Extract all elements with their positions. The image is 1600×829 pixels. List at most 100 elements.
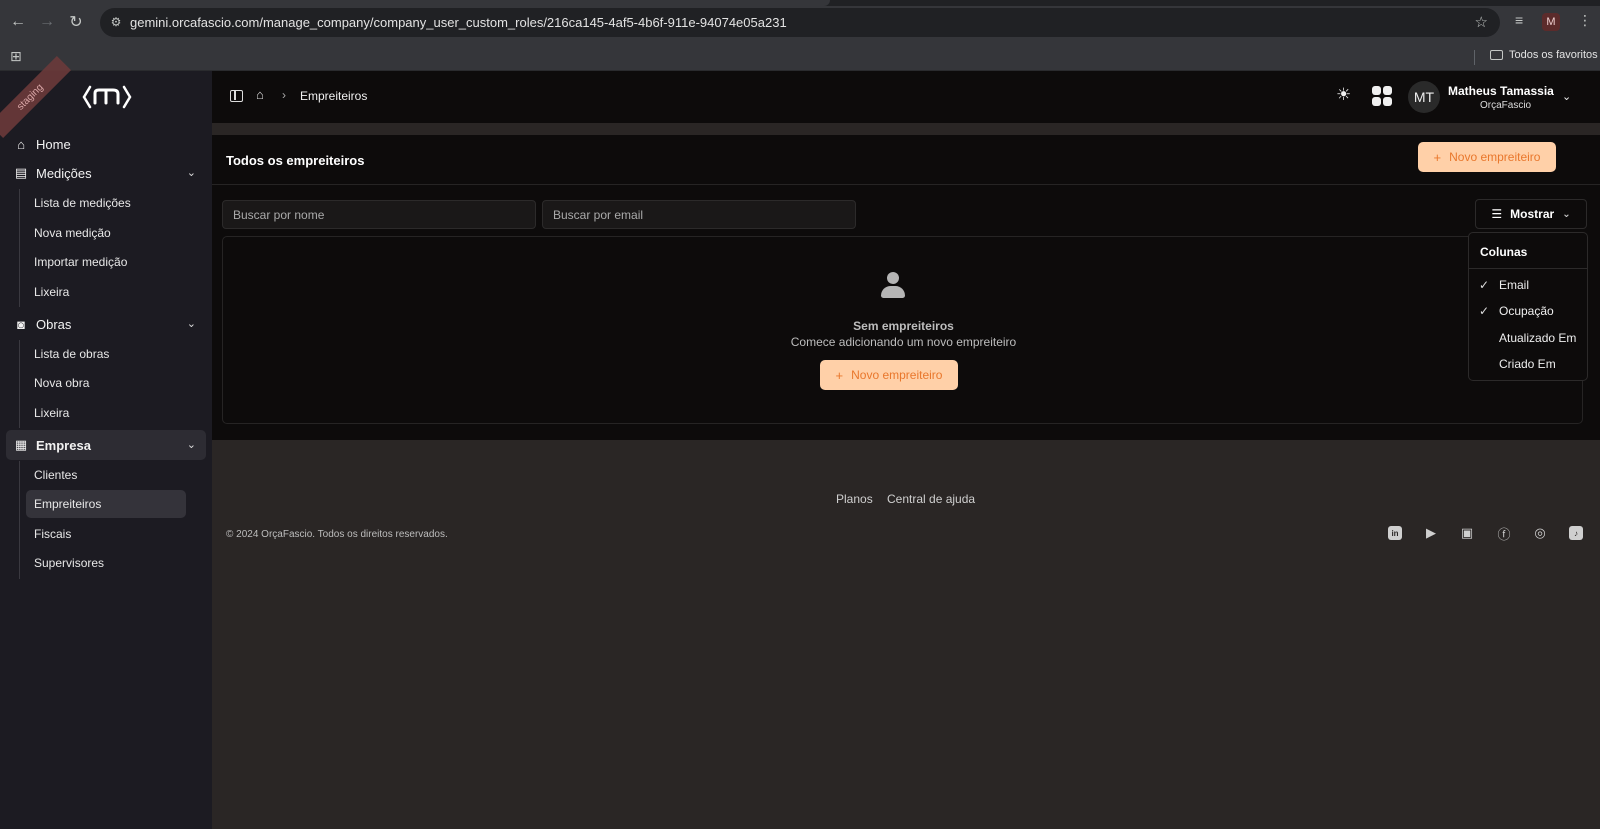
chevron-down-icon: ⌄ bbox=[1562, 208, 1571, 220]
reload-icon[interactable]: ↻ bbox=[64, 10, 88, 34]
sidebar-subitem-lixeira-obras[interactable]: Lixeira bbox=[26, 399, 186, 427]
user-name[interactable]: Matheus Tamassia bbox=[1448, 84, 1554, 98]
search-name-input[interactable]: Buscar por nome bbox=[222, 200, 536, 229]
reading-list-icon[interactable]: ≡ bbox=[1515, 12, 1523, 28]
sidebar-item-label: Empresa bbox=[36, 437, 91, 453]
sidebar-subitem-supervisores[interactable]: Supervisores bbox=[26, 549, 186, 577]
sidebar-item-label: Home bbox=[36, 136, 71, 152]
sidebar-item-label: Obras bbox=[36, 316, 72, 332]
address-bar[interactable]: ⚙ gemini.orcafascio.com/manage_company/c… bbox=[100, 8, 1500, 37]
dropdown-title: Colunas bbox=[1480, 245, 1528, 259]
active-tab[interactable] bbox=[0, 0, 830, 6]
sidebar-item-obras[interactable]: ◙ Obras ⌄ bbox=[6, 309, 206, 339]
search-email-input[interactable]: Buscar por email bbox=[542, 200, 856, 229]
column-option-atualizado-em[interactable]: Atualizado Em bbox=[1469, 326, 1587, 350]
empty-state: Sem empreiteiros Comece adicionando um n… bbox=[222, 236, 1583, 424]
sidebar-item-empresa[interactable]: ▦ Empresa ⌄ bbox=[6, 430, 206, 460]
dropdown-separator bbox=[1469, 268, 1587, 269]
column-option-criado-em[interactable]: Criado Em bbox=[1469, 352, 1587, 376]
empty-state-title: Sem empreiteiros bbox=[853, 319, 954, 333]
breadcrumb-current: Empreiteiros bbox=[300, 89, 368, 103]
chevron-down-icon: ⌄ bbox=[186, 167, 196, 179]
breadcrumb-home-icon[interactable]: ⌂ bbox=[256, 87, 264, 102]
column-option-label: Email bbox=[1499, 278, 1530, 292]
site-settings-icon[interactable]: ⚙ bbox=[108, 14, 124, 30]
plus-icon: + bbox=[1433, 149, 1442, 165]
home-icon: ⌂ bbox=[17, 136, 25, 152]
building-icon: ▦ bbox=[14, 437, 28, 452]
header-divider bbox=[212, 123, 1600, 135]
button-label: Novo empreiteiro bbox=[1449, 150, 1541, 164]
plus-icon: + bbox=[835, 367, 844, 383]
user-company: OrçaFascio bbox=[1480, 100, 1532, 111]
tiktok-icon[interactable]: ♪ bbox=[1569, 526, 1583, 540]
user-avatar[interactable]: MT bbox=[1408, 81, 1440, 113]
footer-link-planos[interactable]: Planos bbox=[836, 492, 873, 506]
sidebar-subitem-clientes[interactable]: Clientes bbox=[26, 461, 186, 489]
play-store-icon[interactable]: ▶ bbox=[1424, 525, 1438, 540]
check-icon: ✓ bbox=[1478, 304, 1490, 318]
toggle-sidebar-icon[interactable] bbox=[230, 90, 243, 102]
column-option-label: Ocupação bbox=[1499, 304, 1554, 318]
menu-kebab-icon[interactable]: ⋮ bbox=[1578, 12, 1592, 29]
sidebar-item-home[interactable]: ⌂ Home bbox=[6, 129, 206, 159]
submenu-line bbox=[19, 189, 20, 307]
apps-grid-icon[interactable] bbox=[1372, 86, 1392, 106]
show-columns-button[interactable]: ☰ Mostrar ⌄ bbox=[1475, 199, 1587, 229]
chevron-down-icon: ⌄ bbox=[186, 318, 196, 330]
profile-avatar[interactable]: M bbox=[1542, 13, 1560, 31]
column-option-ocupacao[interactable]: ✓ Ocupação bbox=[1469, 299, 1587, 323]
content-header: Todos os empreiteiros + Novo empreiteiro bbox=[212, 135, 1600, 185]
columns-dropdown: Colunas ✓ Email ✓ Ocupação Atualizado Em… bbox=[1468, 232, 1588, 381]
apps-grid-icon[interactable]: ⊞ bbox=[10, 48, 22, 65]
theme-toggle-sun-icon[interactable]: ☀ bbox=[1336, 85, 1351, 105]
app-logo[interactable] bbox=[82, 83, 132, 111]
sidebar-subitem-lista-obras[interactable]: Lista de obras bbox=[26, 340, 186, 368]
sidebar: staging ⌂ Home ▤ Medições ⌄ Lista de med… bbox=[0, 55, 212, 829]
sliders-icon: ☰ bbox=[1491, 207, 1503, 221]
main-content: Todos os empreiteiros + Novo empreiteiro… bbox=[212, 135, 1600, 440]
bookmarks-folder[interactable]: Todos os favoritos bbox=[1490, 49, 1598, 61]
sidebar-item-medicoes[interactable]: ▤ Medições ⌄ bbox=[6, 158, 206, 188]
sidebar-subitem-empreiteiros[interactable]: Empreiteiros bbox=[26, 490, 186, 518]
folder-icon bbox=[1490, 50, 1503, 60]
chevron-down-icon[interactable]: ⌄ bbox=[1562, 90, 1571, 103]
bookmarks-separator bbox=[1474, 50, 1475, 65]
tab-strip bbox=[0, 0, 1600, 6]
back-icon[interactable]: ← bbox=[6, 10, 30, 34]
footer: Planos Central de ajuda © 2024 OrçaFasci… bbox=[212, 440, 1600, 829]
empty-state-subtitle: Comece adicionando um novo empreiteiro bbox=[790, 335, 1017, 349]
new-contractor-button[interactable]: + Novo empreiteiro bbox=[1418, 142, 1556, 172]
instagram-icon[interactable]: ◎ bbox=[1533, 525, 1547, 540]
column-option-label: Atualizado Em bbox=[1499, 331, 1577, 345]
button-label: Mostrar bbox=[1510, 207, 1555, 221]
sidebar-subitem-lixeira-medicoes[interactable]: Lixeira bbox=[26, 278, 186, 306]
footer-link-central-ajuda[interactable]: Central de ajuda bbox=[887, 492, 975, 506]
copyright: © 2024 OrçaFascio. Todos os direitos res… bbox=[226, 529, 448, 540]
page-title: Todos os empreiteiros bbox=[226, 153, 365, 168]
breadcrumb-chevron-icon: › bbox=[282, 88, 286, 102]
sidebar-subitem-nova-obra[interactable]: Nova obra bbox=[26, 369, 186, 397]
check-icon: ✓ bbox=[1478, 278, 1490, 292]
url-text[interactable]: gemini.orcafascio.com/manage_company/com… bbox=[130, 15, 787, 30]
sidebar-subitem-lista-medicoes[interactable]: Lista de medições bbox=[26, 189, 186, 217]
browser-toolbar: ← → ↻ ⚙ gemini.orcafascio.com/manage_com… bbox=[0, 0, 1600, 44]
submenu-line bbox=[19, 340, 20, 428]
button-label: Novo empreiteiro bbox=[851, 368, 943, 382]
column-option-label: Criado Em bbox=[1499, 357, 1556, 371]
empty-new-contractor-button[interactable]: + Novo empreiteiro bbox=[820, 360, 958, 390]
forward-icon[interactable]: → bbox=[35, 10, 59, 34]
bookmark-star-icon[interactable]: ☆ bbox=[1475, 13, 1488, 31]
sidebar-item-label: Medições bbox=[36, 165, 92, 181]
linkedin-icon[interactable]: in bbox=[1388, 526, 1402, 540]
sidebar-subitem-nova-medicao[interactable]: Nova medição bbox=[26, 219, 186, 247]
column-option-email[interactable]: ✓ Email bbox=[1469, 273, 1587, 297]
bookmarks-folder-label: Todos os favoritos bbox=[1509, 49, 1598, 61]
facebook-icon[interactable]: ⓕ bbox=[1497, 526, 1511, 542]
youtube-icon[interactable]: ▣ bbox=[1460, 525, 1474, 540]
chevron-down-icon: ⌄ bbox=[186, 439, 196, 451]
sidebar-subitem-importar-medicao[interactable]: Importar medição bbox=[26, 248, 186, 276]
document-icon: ▤ bbox=[14, 165, 28, 180]
submenu-line bbox=[19, 461, 20, 579]
sidebar-subitem-fiscais[interactable]: Fiscais bbox=[26, 520, 186, 548]
